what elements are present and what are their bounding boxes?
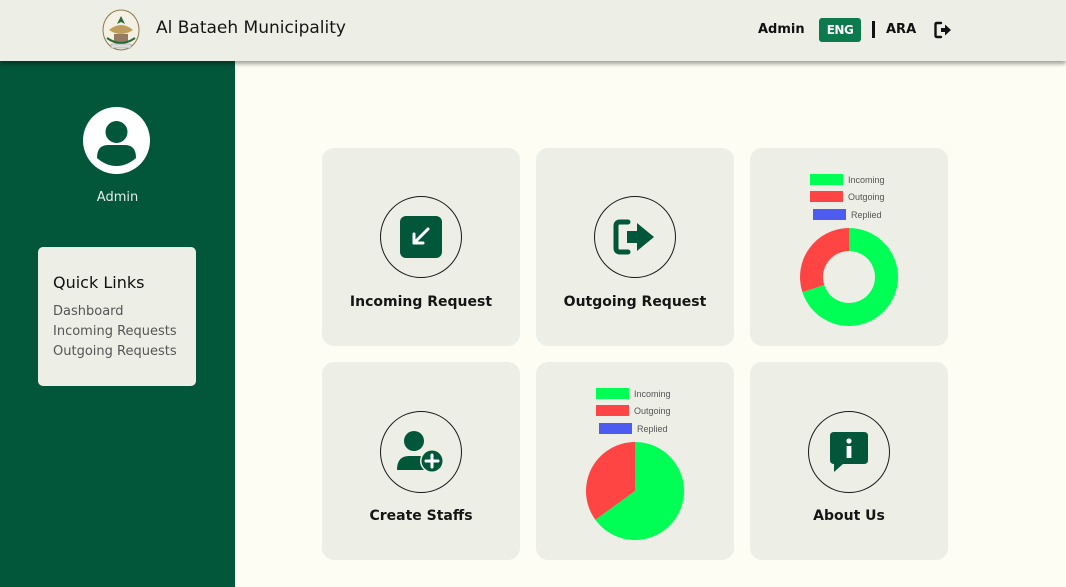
- pie-chart-card: Incoming Outgoing Replied: [536, 362, 734, 560]
- doughnut-chart-card: Incoming Outgoing Replied: [750, 148, 948, 346]
- create-staffs-icon-circle: [380, 411, 462, 493]
- legend-label-incoming: Incoming: [848, 174, 885, 185]
- municipality-logo: [102, 9, 140, 51]
- legend-item-replied: Replied: [599, 423, 668, 434]
- legend-item-incoming: Incoming: [596, 388, 671, 399]
- pie-chart: [586, 442, 684, 540]
- legend-swatch-outgoing: [810, 191, 843, 202]
- legend-swatch-incoming: [810, 174, 843, 185]
- user-avatar-icon: [83, 107, 150, 174]
- about-us-card[interactable]: About Us: [750, 362, 948, 560]
- quick-link-dashboard[interactable]: Dashboard: [53, 304, 124, 319]
- sidebar-username: Admin: [96, 190, 139, 205]
- add-user-icon: [397, 431, 444, 473]
- lang-eng-button[interactable]: ENG: [819, 18, 861, 42]
- legend-item-replied: Replied: [813, 209, 882, 220]
- app-title: Al Bataeh Municipality: [156, 18, 346, 38]
- outgoing-icon-circle: [594, 196, 676, 278]
- legend-item-outgoing: Outgoing: [810, 191, 885, 202]
- incoming-request-card[interactable]: Incoming Request: [322, 148, 520, 346]
- incoming-request-label: Incoming Request: [349, 294, 493, 310]
- legend-item-outgoing: Outgoing: [596, 405, 671, 416]
- legend-swatch-replied: [599, 423, 632, 434]
- legend-label-replied: Replied: [637, 423, 668, 434]
- logout-icon[interactable]: [934, 21, 952, 39]
- create-staffs-card[interactable]: Create Staffs: [322, 362, 520, 560]
- about-us-label: About Us: [813, 508, 885, 524]
- legend-swatch-outgoing: [596, 405, 629, 416]
- legend-label-replied: Replied: [851, 209, 882, 220]
- legend-label-outgoing: Outgoing: [634, 405, 671, 416]
- arrow-right-icon: [613, 219, 654, 255]
- top-header: Al Bataeh Municipality Admin ENG ARA: [0, 0, 1066, 61]
- quick-links-panel: Quick Links Dashboard Incoming Requests …: [38, 247, 196, 386]
- chart-slice-outgoing: [800, 228, 849, 293]
- create-staffs-label: Create Staffs: [369, 508, 473, 524]
- quick-link-incoming-requests[interactable]: Incoming Requests: [53, 324, 177, 339]
- outgoing-request-card[interactable]: Outgoing Request: [536, 148, 734, 346]
- doughnut-chart: [800, 228, 898, 326]
- legend-label-outgoing: Outgoing: [848, 191, 885, 202]
- lang-separator: [872, 21, 875, 38]
- sidebar: Admin Quick Links Dashboard Incoming Req…: [0, 61, 235, 587]
- incoming-icon-circle: [380, 196, 462, 278]
- info-icon: [830, 432, 868, 472]
- lang-ara-button[interactable]: ARA: [886, 22, 916, 37]
- legend-swatch-incoming: [596, 388, 629, 399]
- header-username: Admin: [758, 22, 805, 37]
- legend-label-incoming: Incoming: [634, 388, 671, 399]
- legend-item-incoming: Incoming: [810, 174, 885, 185]
- legend-swatch-replied: [813, 209, 846, 220]
- arrow-down-left-icon: [400, 216, 442, 258]
- quick-link-outgoing-requests[interactable]: Outgoing Requests: [53, 344, 177, 359]
- quick-links-title: Quick Links: [53, 273, 145, 292]
- about-us-icon-circle: [808, 411, 890, 493]
- outgoing-request-label: Outgoing Request: [563, 294, 707, 310]
